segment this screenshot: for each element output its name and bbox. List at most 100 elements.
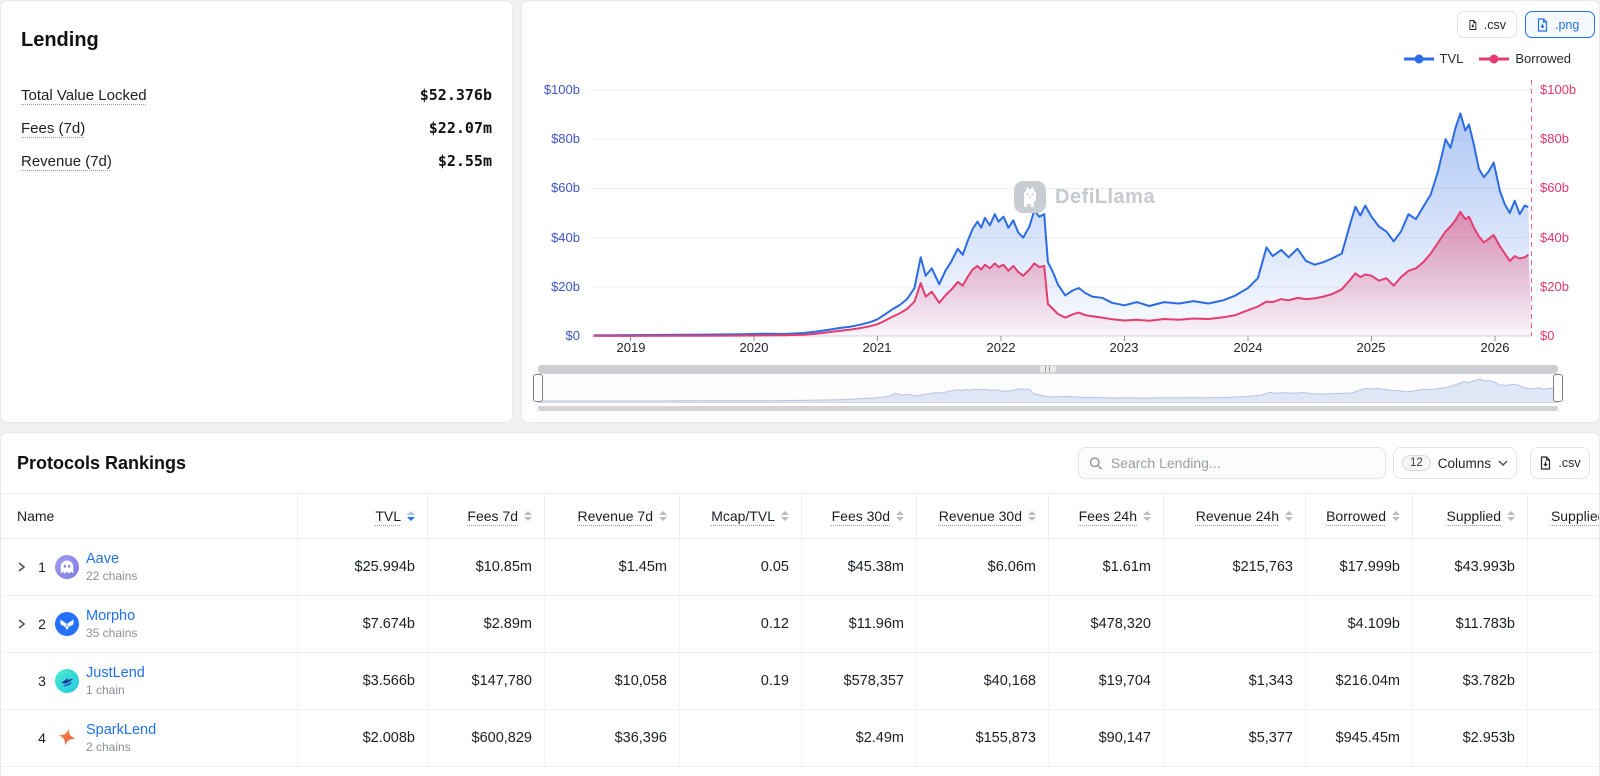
y-tick-label: $40b xyxy=(1540,230,1596,245)
table-row: 2 Morpho 35 chains $7.674b $2.89m 0.12 xyxy=(1,596,1600,653)
watermark-text: DefiLlama xyxy=(1055,186,1155,209)
cell-revenue-30d: $40,168 xyxy=(916,653,1048,709)
chart-legend: TVL Borrowed xyxy=(1404,51,1571,66)
header-revenue-7d[interactable]: Revenue 7d xyxy=(544,494,679,538)
table-row: 3 JustLend 1 chain $3.566b $147,780 $10,… xyxy=(1,653,1600,710)
y-tick-label: $80b xyxy=(524,131,580,146)
y-tick-label: $0 xyxy=(524,328,580,343)
watermark: DefiLlama xyxy=(1013,180,1155,214)
header-fees-7d[interactable]: Fees 7d xyxy=(427,494,544,538)
table-header-row: Name TVL Fees 7d Revenue 7d Mcap/TVL Fee… xyxy=(1,493,1600,539)
cell-fees-24h: $90,147 xyxy=(1048,710,1163,766)
cell-revenue-30d: $155,873 xyxy=(916,710,1048,766)
cell-revenue-24h xyxy=(1163,596,1305,652)
chart-export-csv-button[interactable]: .csv xyxy=(1457,11,1517,38)
header-revenue-24h[interactable]: Revenue 24h xyxy=(1163,494,1305,538)
brush-track[interactable] xyxy=(538,365,1558,373)
cell-supplied: $2.953b xyxy=(1412,710,1527,766)
cell-revenue-30d: $6.06m xyxy=(916,539,1048,595)
header-fees-30d[interactable]: Fees 30d xyxy=(801,494,916,538)
cell-revenue-7d: $36,396 xyxy=(544,710,679,766)
y-tick-label: $40b xyxy=(524,230,580,245)
header-name: Name xyxy=(1,494,297,538)
header-mcap-tvl[interactable]: Mcap/TVL xyxy=(679,494,801,538)
brush-handle-right[interactable] xyxy=(1553,374,1563,402)
cell-supplied: $11.783b xyxy=(1412,596,1527,652)
protocols-table: Name TVL Fees 7d Revenue 7d Mcap/TVL Fee… xyxy=(1,493,1600,776)
cell-fees-30d: $578,357 xyxy=(801,653,916,709)
cell-revenue-24h: $5,377 xyxy=(1163,710,1305,766)
y-tick-label: $60b xyxy=(524,180,580,195)
lending-summary-card: Lending Total Value Locked $52.376b Fees… xyxy=(0,0,513,423)
protocol-chains: 35 chains xyxy=(86,626,137,641)
brush-handle-left[interactable] xyxy=(533,374,543,402)
brush-minimap[interactable] xyxy=(538,373,1558,403)
morpho-logo-icon xyxy=(55,612,79,636)
cell-fees-7d: $2.89m xyxy=(427,596,544,652)
expand-chevron-icon[interactable] xyxy=(17,561,29,573)
cell-borrowed: $945.45m xyxy=(1305,710,1412,766)
table-row: 4 SparkLend 2 chains $2.008b $600,829 $3… xyxy=(1,710,1600,767)
header-fees-24h[interactable]: Fees 24h xyxy=(1048,494,1163,538)
header-supplied[interactable]: Supplied xyxy=(1412,494,1527,538)
header-borrowed[interactable]: Borrowed xyxy=(1305,494,1412,538)
cell-supplied: $3.782b xyxy=(1412,653,1527,709)
cell-revenue-7d: $10,058 xyxy=(544,653,679,709)
cell-mcap-tvl: 0.12 xyxy=(679,596,801,652)
columns-count-badge: 12 xyxy=(1402,455,1431,471)
brush-scrollbar[interactable] xyxy=(538,406,1558,411)
header-revenue-30d[interactable]: Revenue 30d xyxy=(916,494,1048,538)
cell-borrowed: $4.109b xyxy=(1305,596,1412,652)
chevron-down-icon xyxy=(1498,460,1508,466)
search-icon xyxy=(1089,456,1103,471)
sort-icon xyxy=(407,511,415,521)
sort-icon xyxy=(659,511,667,521)
cell-borrowed: $17.999b xyxy=(1305,539,1412,595)
columns-button[interactable]: 12 Columns xyxy=(1393,447,1517,479)
rank-number: 3 xyxy=(36,673,48,689)
protocol-link[interactable]: SparkLend xyxy=(86,721,156,739)
cell-revenue-7d xyxy=(544,596,679,652)
cell-tvl: $3.566b xyxy=(297,653,427,709)
cell-mcap-tvl: 0.05 xyxy=(679,539,801,595)
header-supplied-tvl[interactable]: Supplied/TVL xyxy=(1527,494,1600,538)
cell-revenue-24h: $215,763 xyxy=(1163,539,1305,595)
cell-supplied-tvl xyxy=(1527,653,1600,709)
legend-item-borrowed[interactable]: Borrowed xyxy=(1479,51,1571,66)
search-input[interactable] xyxy=(1111,455,1375,471)
y-tick-label: $20b xyxy=(1540,279,1596,294)
page-title: Lending xyxy=(21,29,492,52)
chart-export-png-button[interactable]: .png xyxy=(1525,11,1595,38)
search-box xyxy=(1078,447,1386,479)
protocol-link[interactable]: Aave xyxy=(86,550,137,568)
y-tick-label: $20b xyxy=(524,279,580,294)
expand-chevron-icon[interactable] xyxy=(17,618,29,630)
metric-row-revenue-7d: Revenue (7d) $2.55m xyxy=(21,152,492,170)
sort-icon xyxy=(1392,511,1400,521)
legend-marker-tvl-icon xyxy=(1404,53,1434,65)
protocol-link[interactable]: Morpho xyxy=(86,607,137,625)
brush-grip-icon[interactable] xyxy=(1040,366,1056,372)
sort-icon xyxy=(896,511,904,521)
table-row-partial xyxy=(1,767,1600,776)
cell-tvl: $7.674b xyxy=(297,596,427,652)
metric-row-fees-7d: Fees (7d) $22.07m xyxy=(21,119,492,137)
rank-number: 4 xyxy=(36,730,48,746)
table-export-csv-button[interactable]: .csv xyxy=(1530,447,1590,479)
header-tvl[interactable]: TVL xyxy=(297,494,427,538)
cell-fees-24h: $1.61m xyxy=(1048,539,1163,595)
cell-supplied-tvl xyxy=(1527,710,1600,766)
brush-minimap-area xyxy=(539,374,1557,402)
protocol-link[interactable]: JustLend xyxy=(86,664,145,682)
cell-fees-24h: $478,320 xyxy=(1048,596,1163,652)
protocol-chains: 2 chains xyxy=(86,740,156,755)
cell-fees-7d: $600,829 xyxy=(427,710,544,766)
justlend-logo-icon xyxy=(55,669,79,693)
y-tick-label: $80b xyxy=(1540,131,1596,146)
cell-fees-24h: $19,704 xyxy=(1048,653,1163,709)
metric-row-tvl: Total Value Locked $52.376b xyxy=(21,86,492,104)
cell-tvl: $2.008b xyxy=(297,710,427,766)
tvl-chart-card: .csv .png TVL Borrowed $0 $20b $40b $60b $80… xyxy=(521,0,1600,423)
cell-fees-30d: $2.49m xyxy=(801,710,916,766)
legend-item-tvl[interactable]: TVL xyxy=(1404,51,1464,66)
